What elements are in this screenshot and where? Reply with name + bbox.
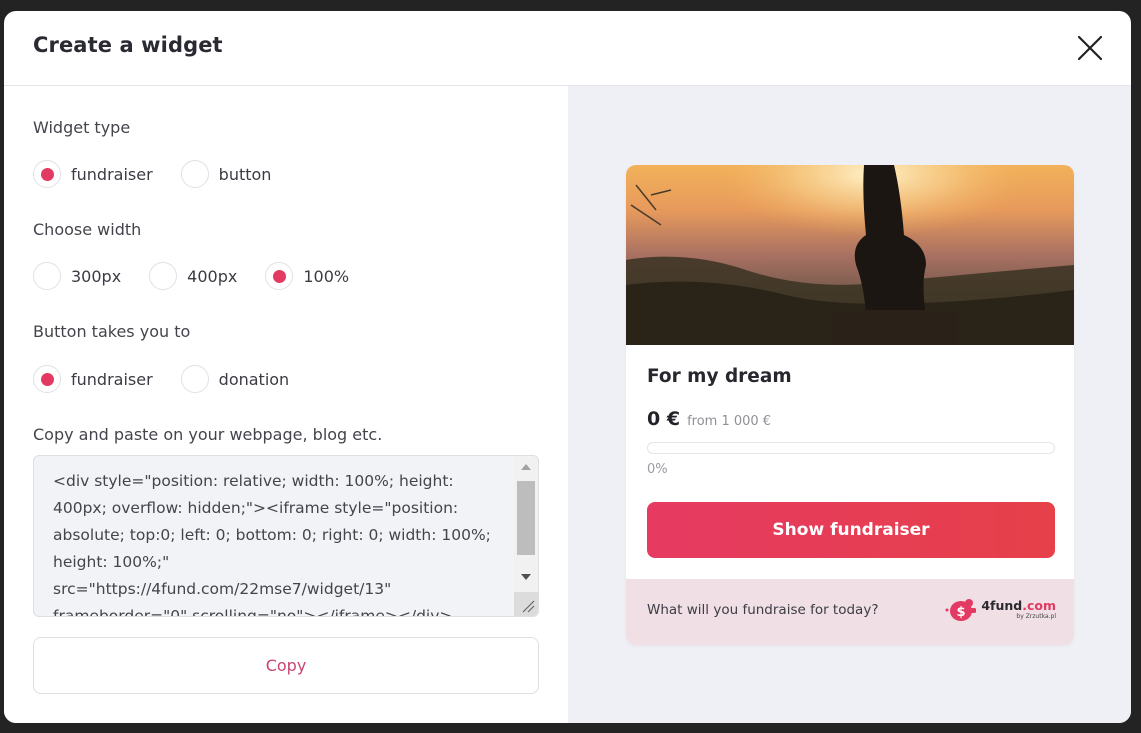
brand-subtitle: by Zrzutka.pl xyxy=(1016,613,1056,620)
piggy-bank-logo-icon: $ xyxy=(945,599,977,621)
close-icon xyxy=(1077,35,1103,61)
radio-label: fundraiser xyxy=(71,369,153,389)
widget-preview-panel: For my dream 0 € from 1 000 € 0% Show fu… xyxy=(568,86,1131,723)
target-fundraiser-option[interactable]: fundraiser xyxy=(33,365,153,393)
radio-fundraiser[interactable] xyxy=(33,160,61,188)
width-300px-option[interactable]: 300px xyxy=(33,262,121,290)
radio-label: 300px xyxy=(71,266,122,286)
brand-name-main: 4fund xyxy=(981,598,1023,613)
resize-handle[interactable] xyxy=(514,592,538,616)
copy-button[interactable]: Copy xyxy=(33,637,539,694)
fundraiser-photo xyxy=(626,165,1074,345)
amount-row: 0 € from 1 000 € xyxy=(647,408,771,430)
scrollbar-thumb[interactable] xyxy=(517,481,535,555)
brand-link[interactable]: $ 4fund.com by Zrzutka.pl xyxy=(945,597,1056,623)
radio-label: fundraiser xyxy=(71,164,153,184)
radio-label: 100% xyxy=(303,266,350,286)
amount-raised: 0 € xyxy=(647,408,681,430)
radio-label: button xyxy=(218,164,272,184)
show-fundraiser-button[interactable]: Show fundraiser xyxy=(647,502,1055,558)
embed-code-label: Copy and paste on your webpage, blog etc… xyxy=(33,425,383,444)
fundraiser-title: For my dream xyxy=(647,366,792,387)
brand-name-accent: .com xyxy=(1022,598,1056,613)
button-target-label: Button takes you to xyxy=(33,322,191,341)
widget-settings-panel: Widget type fundraiser button Choose wid… xyxy=(4,86,568,723)
progress-percent-label: 0% xyxy=(647,462,668,477)
radio-selected-dot xyxy=(272,269,286,283)
modal-title: Create a widget xyxy=(33,33,223,57)
amount-goal: from 1 000 € xyxy=(687,414,772,429)
target-donation-option[interactable]: donation xyxy=(180,365,290,393)
width-400px-option[interactable]: 400px xyxy=(149,262,237,290)
width-100-percent-option[interactable]: 100% xyxy=(265,262,349,290)
widget-type-fundraiser-option[interactable]: fundraiser xyxy=(33,160,153,188)
radio-button[interactable] xyxy=(180,160,209,188)
width-radio-group: 300px 400px 100% xyxy=(33,262,377,290)
embed-code-text[interactable]: <div style="position: relative; width: 1… xyxy=(53,468,503,616)
brand-text: 4fund.com by Zrzutka.pl xyxy=(981,599,1056,621)
footer-tagline: What will you fundraise for today? xyxy=(647,602,879,618)
scroll-up-arrow-icon[interactable] xyxy=(521,464,531,470)
resize-grip-icon xyxy=(522,600,535,613)
radio-100-percent[interactable] xyxy=(265,262,294,290)
sunset-photo-image xyxy=(626,165,1074,345)
brand-name: 4fund.com xyxy=(981,599,1056,613)
widget-type-label: Widget type xyxy=(33,118,131,137)
radio-400px[interactable] xyxy=(149,262,178,290)
radio-label: donation xyxy=(218,369,290,389)
svg-text:$: $ xyxy=(957,605,966,620)
fundraiser-widget-card: For my dream 0 € from 1 000 € 0% Show fu… xyxy=(626,165,1074,645)
widget-type-radio-group: fundraiser button xyxy=(33,160,299,188)
embed-code-textarea[interactable]: <div style="position: relative; width: 1… xyxy=(33,455,539,617)
progress-bar xyxy=(647,442,1055,454)
radio-selected-dot xyxy=(40,372,54,386)
scroll-down-arrow-icon[interactable] xyxy=(521,574,531,580)
button-target-radio-group: fundraiser donation xyxy=(33,365,317,393)
radio-label: 400px xyxy=(187,266,238,286)
modal-header: Create a widget xyxy=(4,11,1131,86)
modal-body: Widget type fundraiser button Choose wid… xyxy=(4,86,1131,723)
widget-type-button-option[interactable]: button xyxy=(180,160,272,188)
radio-target-fundraiser[interactable] xyxy=(33,365,61,393)
radio-target-donation[interactable] xyxy=(180,365,209,393)
create-widget-modal: Create a widget Widget type fundraiser b… xyxy=(4,11,1131,723)
card-footer: What will you fundraise for today? $ 4fu… xyxy=(626,579,1074,645)
radio-300px[interactable] xyxy=(33,262,61,290)
radio-selected-dot xyxy=(40,167,54,181)
choose-width-label: Choose width xyxy=(33,220,142,239)
close-button[interactable] xyxy=(1075,33,1105,63)
